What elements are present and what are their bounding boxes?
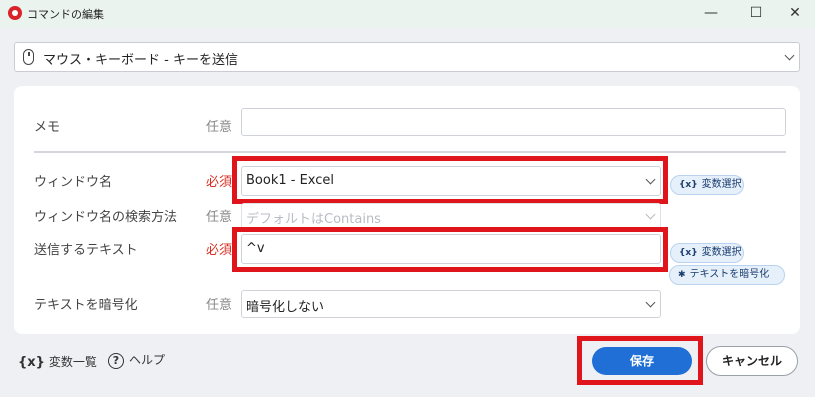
title-bar: コマンドの編集 — ☐ ✕	[0, 0, 815, 28]
window-name-requirement: 必須	[206, 175, 233, 190]
send-text-requirement: 必須	[206, 243, 233, 258]
help-icon: ?	[108, 352, 124, 369]
memo-input[interactable]	[241, 108, 786, 136]
command-select[interactable]: マウス・キーボード - キーを送信	[14, 42, 800, 72]
search-method-placeholder: デフォルトはContains	[246, 212, 381, 227]
chevron-down-icon[interactable]	[645, 297, 656, 308]
send-text-label: 送信するテキスト	[34, 243, 138, 258]
window-title: コマンドの編集	[27, 8, 104, 21]
memo-requirement: 任意	[206, 120, 233, 135]
variable-icon: {x}	[18, 355, 45, 370]
variable-icon: {x}	[679, 180, 698, 190]
search-method-requirement: 任意	[206, 210, 233, 225]
memo-label: メモ	[34, 120, 61, 135]
highlight-box-send-text	[232, 227, 668, 272]
asterisk-icon: ✱	[678, 270, 686, 280]
variable-select-button[interactable]: {x} 変数選択	[670, 175, 744, 195]
minimize-button[interactable]: —	[691, 0, 731, 28]
command-select-value: マウス・キーボード - キーを送信	[43, 53, 238, 68]
variable-icon: {x}	[679, 248, 698, 258]
divider	[34, 151, 786, 153]
mouse-icon	[23, 49, 34, 65]
highlight-box-window-name	[232, 156, 668, 204]
search-method-select[interactable]: デフォルトはContains	[241, 203, 661, 229]
variable-select-button[interactable]: {x} 変数選択	[670, 243, 744, 263]
chevron-down-icon[interactable]	[784, 50, 795, 61]
encrypt-select[interactable]: 暗号化しない	[241, 290, 661, 318]
encrypt-requirement: 任意	[206, 298, 233, 313]
encrypt-text-button[interactable]: ✱ テキストを暗号化	[669, 265, 785, 285]
close-button[interactable]: ✕	[775, 0, 815, 28]
cancel-button[interactable]: キャンセル	[706, 346, 798, 376]
app-logo-icon	[8, 6, 22, 20]
encrypt-label: テキストを暗号化	[34, 298, 138, 313]
maximize-button[interactable]: ☐	[736, 0, 776, 28]
variable-list-link[interactable]: {x} 変数一覧	[18, 353, 97, 370]
help-link[interactable]: ? ヘルプ	[108, 351, 165, 369]
window-name-label: ウィンドウ名	[34, 175, 113, 190]
highlight-box-save	[577, 336, 703, 385]
chevron-down-icon[interactable]	[645, 209, 656, 220]
search-method-label: ウィンドウ名の検索方法	[34, 210, 178, 225]
encrypt-value: 暗号化しない	[246, 300, 325, 315]
